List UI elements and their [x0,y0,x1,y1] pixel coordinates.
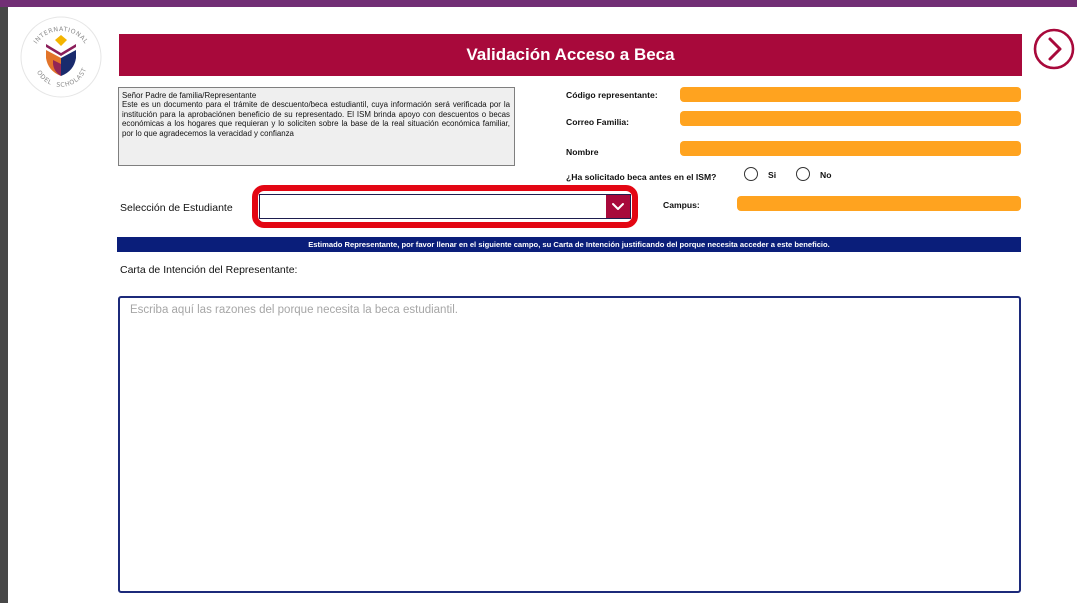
carta-textarea[interactable]: Escriba aquí las razones del porque nece… [118,296,1021,593]
nombre-label: Nombre [566,147,599,157]
campus-field[interactable] [737,196,1021,211]
codigo-field[interactable] [680,87,1021,102]
carta-label: Carta de Intención del Representante: [120,264,298,276]
next-button[interactable] [1033,27,1075,71]
nombre-field[interactable] [680,141,1021,156]
campus-label: Campus: [663,200,700,210]
window-left-edge [0,7,8,603]
correo-label: Correo Familia: [566,117,630,127]
student-select-label: Selección de Estudiante [120,202,233,214]
beca-question-label: ¿Ha solicitado beca antes en el ISM? [566,172,717,182]
chevron-right-circle-icon [1033,28,1075,70]
school-logo: INTERNATIONAL SCHOLASTIC MODEL [20,16,102,98]
radio-no[interactable] [796,167,810,181]
page-header: Validación Acceso a Beca [119,34,1022,76]
window-top-bar [0,0,1077,7]
radio-no-label: No [820,170,832,180]
radio-si[interactable] [744,167,758,181]
student-dropdown[interactable] [259,194,631,219]
radio-si-label: Si [768,170,777,180]
correo-field[interactable] [680,111,1021,126]
instruction-banner: Estimado Representante, por favor llenar… [117,237,1021,252]
carta-placeholder: Escriba aquí las razones del porque nece… [130,304,458,316]
notice-body: Este es un documento para el trámite de … [122,100,510,138]
page-title: Validación Acceso a Beca [466,45,675,64]
chevron-down-icon [612,202,624,210]
codigo-label: Código representante: [566,90,658,100]
instruction-banner-text: Estimado Representante, por favor llenar… [308,240,830,249]
notice-title: Señor Padre de familia/Representante [122,91,257,100]
notice-box: Señor Padre de familia/Representante Est… [118,87,515,166]
dropdown-toggle[interactable] [606,195,630,218]
